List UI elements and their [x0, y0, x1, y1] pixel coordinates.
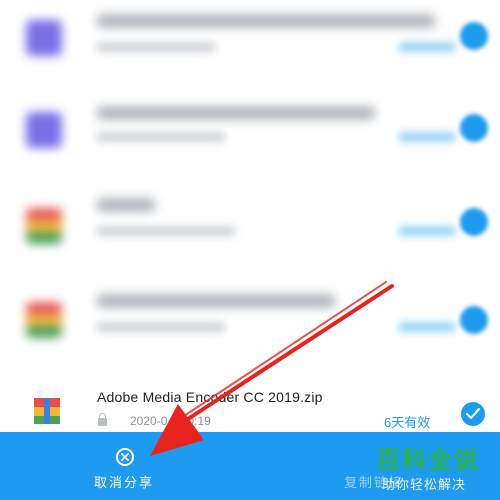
blurred-file-name [96, 14, 436, 28]
watermark-logo: 百科全说 助你轻松解决 [372, 440, 494, 496]
shared-file-list: Adobe Media Encoder CC 2019.zip 2020-0 4… [0, 0, 500, 432]
list-item[interactable] [0, 184, 500, 276]
blurred-validity [398, 42, 456, 52]
blurred-file-name [96, 294, 336, 308]
list-item[interactable] [0, 92, 500, 184]
list-item[interactable] [0, 280, 500, 372]
select-checkbox[interactable] [460, 208, 488, 236]
blurred-validity [398, 322, 456, 332]
zip-archive-icon [34, 398, 60, 424]
blurred-file-name [96, 106, 376, 120]
blurred-file-meta [96, 322, 226, 332]
close-circle-icon [116, 448, 134, 466]
watermark-subtitle: 助你轻松解决 [382, 477, 467, 492]
watermark-title: 百科全说 [376, 447, 480, 474]
cancel-share-button[interactable]: 取消分享 [90, 444, 162, 496]
blurred-validity [398, 226, 456, 236]
blurred-file-meta [96, 132, 226, 142]
blurred-file-meta [96, 226, 236, 236]
select-checkbox[interactable] [460, 306, 488, 334]
list-item[interactable] [0, 0, 500, 92]
zip-archive-icon [26, 208, 62, 244]
select-checkbox[interactable] [460, 114, 488, 142]
file-name: Adobe Media Encoder CC 2019.zip [97, 389, 323, 405]
lock-icon [98, 413, 107, 426]
file-icon [26, 112, 62, 148]
file-date: 2020-0 4 20:19 [130, 414, 211, 428]
blurred-validity [398, 132, 456, 142]
zip-archive-icon [26, 302, 62, 338]
list-item-selected[interactable]: Adobe Media Encoder CC 2019.zip 2020-0 4… [0, 376, 500, 432]
file-icon [26, 20, 62, 56]
cancel-share-label: 取消分享 [94, 475, 155, 490]
validity-label: 6天有效 [384, 415, 431, 430]
blurred-file-meta [96, 42, 216, 52]
select-checkbox[interactable] [460, 22, 488, 50]
checkbox-checked-icon[interactable] [461, 402, 485, 426]
blurred-file-name [96, 198, 156, 212]
